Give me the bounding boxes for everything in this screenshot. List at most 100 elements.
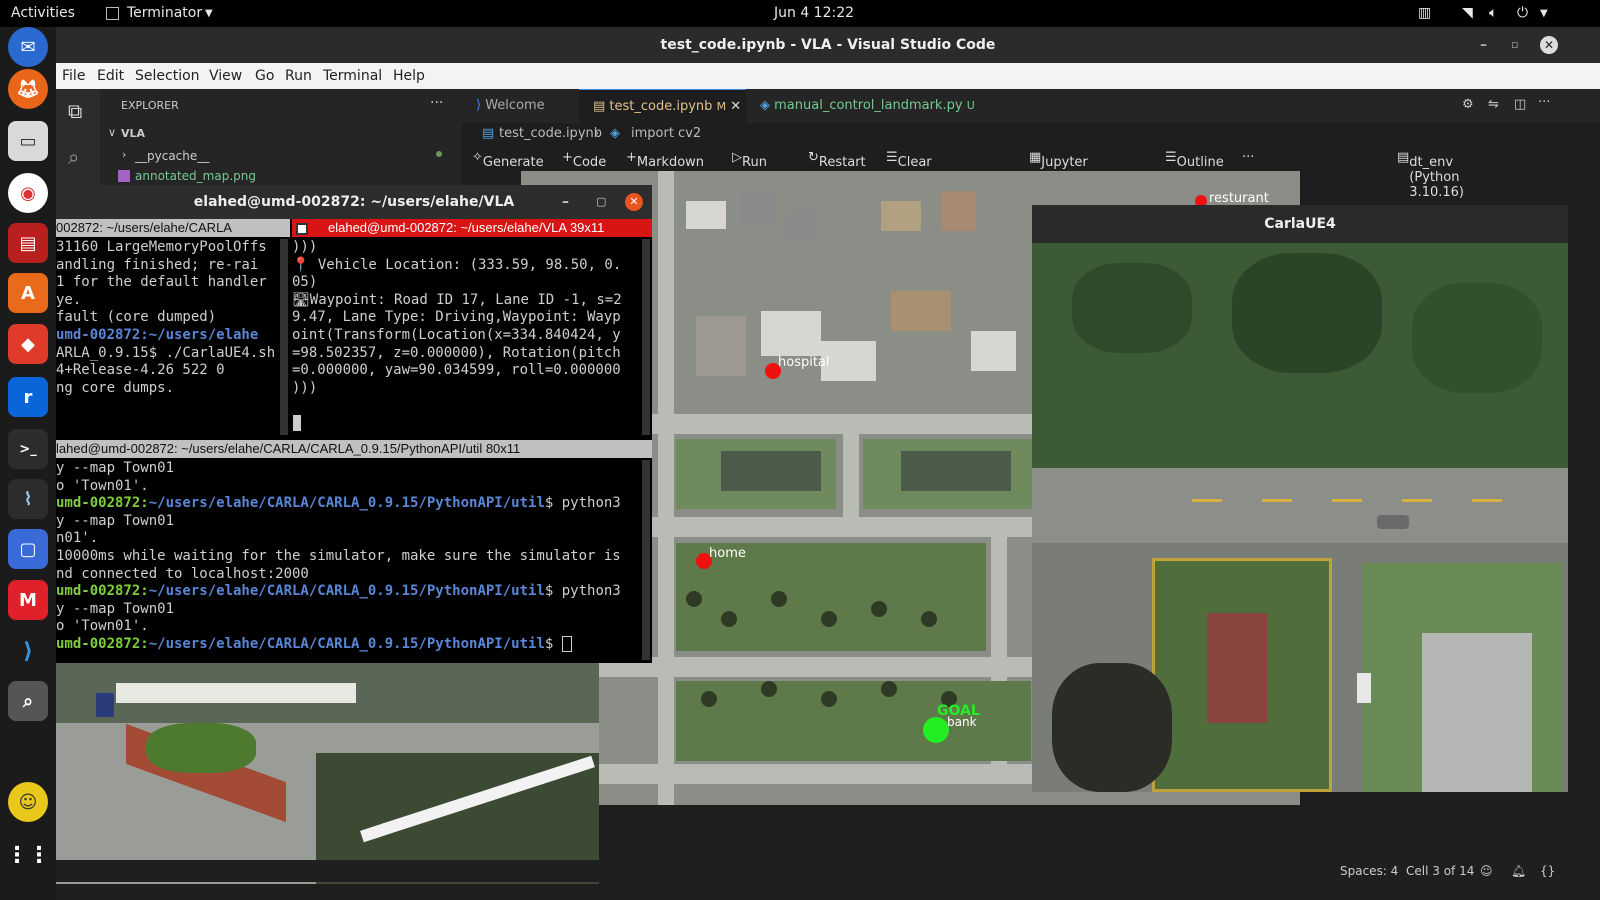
run-all-button[interactable]: ▷ Run All xyxy=(732,150,767,185)
goal-marker xyxy=(923,717,949,743)
files-icon[interactable]: ▭ xyxy=(8,121,48,161)
menu-selection[interactable]: Selection xyxy=(135,68,200,84)
close-icon[interactable]: ✕ xyxy=(625,193,643,211)
output-line: ng core dumps. xyxy=(56,379,175,396)
remmina-icon[interactable]: r xyxy=(8,377,48,417)
screenshot-icon[interactable]: ▢ xyxy=(8,529,48,569)
minimize-icon[interactable]: – xyxy=(1480,27,1487,63)
broadcast-icon[interactable] xyxy=(296,223,308,235)
bell-icon[interactable]: 🔔︎ xyxy=(1511,864,1526,878)
pidgin-icon[interactable]: ☺ xyxy=(8,782,48,822)
tab-welcome[interactable]: ⟩ Welcome xyxy=(462,89,579,123)
menu-help[interactable]: Help xyxy=(393,68,425,84)
anydesk-icon[interactable]: ◆ xyxy=(8,324,48,364)
kernel-picker[interactable]: ▤ dt_env (Python 3.10.16) xyxy=(1397,150,1464,200)
network-monitor-icon[interactable]: ▥ xyxy=(1418,5,1431,21)
volume-icon[interactable]: 🔈︎ xyxy=(1489,5,1497,21)
pane-right-output[interactable]: ))) 📍 Vehicle Location: (333.59, 98.50, 0… xyxy=(292,239,640,419)
indentation-status[interactable]: Spaces: 4 xyxy=(1340,864,1398,878)
menu-run[interactable]: Run xyxy=(285,68,312,84)
pane-right-title[interactable]: elahed@umd-002872: ~/users/elahe/VLA 39x… xyxy=(292,219,652,237)
pane-bottom-title[interactable]: lahed@umd-002872: ~/users/elahe/CARLA/CA… xyxy=(56,440,652,458)
minimize-icon[interactable]: – xyxy=(562,185,569,219)
tree-item-pycache[interactable]: __pycache__ xyxy=(135,149,209,163)
tree-item-annotated-map[interactable]: annotated_map.png xyxy=(135,169,256,183)
firefox-icon[interactable]: 🦊︎ xyxy=(8,69,48,109)
vscode-icon[interactable]: ⟩ xyxy=(8,631,48,671)
chevron-right-icon[interactable]: › xyxy=(122,148,126,161)
tab-test-code[interactable]: ▤ test_code.ipynb M ✕ xyxy=(579,89,746,123)
pane-left-output[interactable]: 31160 LargeMemoryPoolOffs andling finishe… xyxy=(56,239,278,419)
app-menu-terminator[interactable]: Terminator xyxy=(127,5,202,21)
prompt-line: umd-002872:~/users/elahe/CARLA/CARLA_0.9… xyxy=(56,495,621,512)
pane-left-title[interactable]: 002872: ~/users/elahe/CARLA xyxy=(56,219,290,237)
more-actions-icon[interactable]: ··· xyxy=(1242,150,1254,165)
system-menu-chevron-icon[interactable]: ▼ xyxy=(1540,8,1548,19)
add-markdown-button[interactable]: + Markdown xyxy=(626,150,704,170)
split-editor-icon[interactable]: ◫ xyxy=(1514,97,1526,112)
breadcrumb-file[interactable]: test_code.ipynb xyxy=(499,126,602,141)
add-code-button[interactable]: + Code xyxy=(562,150,606,170)
output-line: 9.47, Lane Type: Driving,Waypoint: Wayp xyxy=(292,309,621,326)
chevron-down-icon[interactable]: ▼ xyxy=(205,8,213,19)
chrome-icon[interactable]: ◉ xyxy=(8,173,48,213)
output-line: 05) xyxy=(292,274,318,291)
power-icon[interactable]: ⏻ xyxy=(1517,5,1528,21)
explorer-header: EXPLORER xyxy=(121,99,179,112)
copilot-icon[interactable]: ☺ xyxy=(1480,864,1493,878)
outline-button[interactable]: ☰ Outline xyxy=(1165,150,1224,170)
activities-button[interactable]: Activities xyxy=(11,5,75,21)
menu-edit[interactable]: Edit xyxy=(97,68,124,84)
generate-button[interactable]: ✧ Generate xyxy=(472,150,544,170)
pane-bottom-output[interactable]: y --map Town01 o 'Town01'. umd-002872:~/us… xyxy=(56,460,640,660)
scrollbar[interactable] xyxy=(642,460,650,660)
show-apps-icon[interactable]: ⋮⋮ xyxy=(6,835,50,875)
thunderbird-icon[interactable]: ✉ xyxy=(8,27,48,67)
more-actions-icon[interactable]: ··· xyxy=(430,95,443,111)
carla-pygame-view[interactable] xyxy=(56,663,599,884)
maximize-icon[interactable]: ▢ xyxy=(596,185,606,219)
clear-outputs-button[interactable]: ☰ Clear All Outputs xyxy=(886,150,950,200)
terminal-icon[interactable]: >_ xyxy=(8,429,48,469)
output-line: y --map Town01 xyxy=(56,600,175,617)
compare-icon[interactable]: ⇋ xyxy=(1488,97,1499,112)
clock[interactable]: Jun 4 12:22 xyxy=(774,5,854,21)
scrollbar[interactable] xyxy=(280,239,288,435)
more-actions-icon[interactable]: ··· xyxy=(1538,95,1550,110)
system-monitor-icon[interactable]: ⌇ xyxy=(8,479,48,519)
output-line: =0.000000, yaw=90.034599, roll=0.000000 xyxy=(292,362,621,379)
menu-go[interactable]: Go xyxy=(255,68,274,84)
output-line: 🛣Waypoint: Road ID 17, Lane ID -1, s=2 xyxy=(292,291,622,308)
chevron-down-icon[interactable]: ∨ xyxy=(108,126,116,139)
dock: ✉ 🦊︎ ▭ ◉ ▤ A ◆ r >_ ⌇ ▢ M ⟩ ⌕ ☺ ⋮⋮ xyxy=(0,27,56,900)
terminator-icon[interactable]: ▤ xyxy=(8,223,48,263)
menu-terminal[interactable]: Terminal xyxy=(323,68,382,84)
wifi-icon[interactable]: ◥ xyxy=(1462,5,1473,21)
folder-root[interactable]: VLA xyxy=(121,127,145,140)
mailbox xyxy=(96,693,114,717)
software-center-icon[interactable]: A xyxy=(8,273,48,313)
cursor xyxy=(293,415,301,431)
jupyter-variables-button[interactable]: ▦ Jupyter Variables xyxy=(1029,150,1101,185)
menu-file[interactable]: File xyxy=(62,68,85,84)
close-icon[interactable]: ✕ xyxy=(1540,36,1558,54)
cell-status[interactable]: Cell 3 of 14 xyxy=(1406,864,1474,878)
search-icon[interactable]: ⌕ xyxy=(8,681,48,721)
settings-gear-icon[interactable]: ⚙ xyxy=(1462,97,1474,112)
braces-icon[interactable]: {} xyxy=(1540,864,1555,878)
breadcrumb-cell[interactable]: import cv2 xyxy=(631,126,701,141)
restart-button[interactable]: ↻ Restart xyxy=(808,150,866,170)
explorer-files-icon[interactable]: ⧉ xyxy=(68,99,82,123)
tab-manual-control[interactable]: ◈ manual_control_landmark.py U xyxy=(746,89,986,123)
menu-view[interactable]: View xyxy=(209,68,242,84)
carla-viewport[interactable] xyxy=(1032,243,1568,792)
mendeley-icon[interactable]: M xyxy=(8,580,48,620)
close-tab-icon[interactable]: ✕ xyxy=(726,99,741,114)
output-line: o 'Town01'. xyxy=(56,618,149,635)
cursor xyxy=(561,635,572,652)
search-icon[interactable]: ⌕ xyxy=(68,145,79,169)
maximize-icon[interactable]: ▫ xyxy=(1511,27,1518,63)
output-line: 📍 Vehicle Location: (333.59, 98.50, 0. xyxy=(292,256,622,273)
scrollbar[interactable] xyxy=(642,239,650,435)
symbol-icon: ◈ xyxy=(610,126,620,141)
